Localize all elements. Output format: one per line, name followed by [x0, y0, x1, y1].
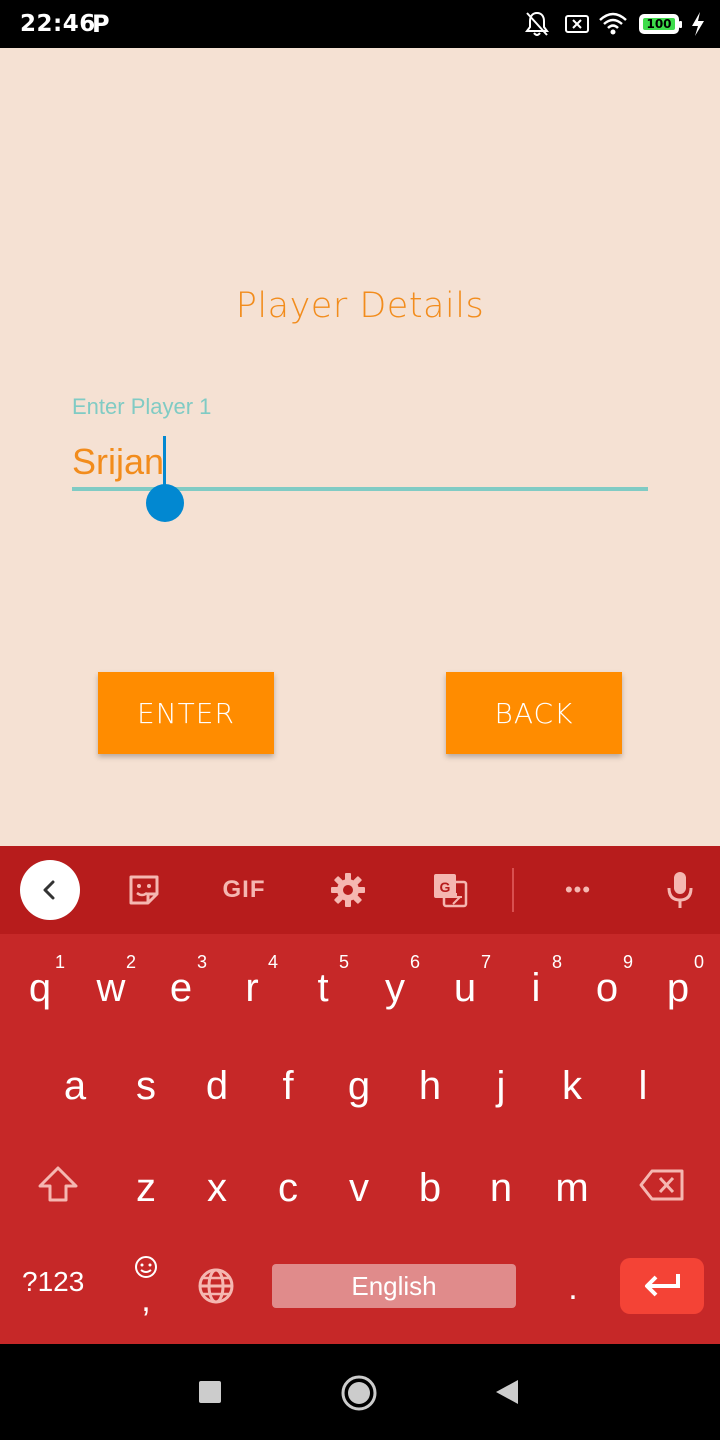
svg-text:G: G — [440, 879, 451, 895]
key-k[interactable]: k — [542, 1062, 602, 1110]
key-z[interactable]: z — [116, 1164, 176, 1212]
shift-icon[interactable] — [28, 1164, 88, 1215]
key-e-hint: 3 — [197, 952, 208, 972]
key-u-hint: 7 — [481, 952, 492, 972]
comma-key[interactable]: , — [116, 1276, 176, 1324]
keyboard-toolbar: GIF G ••• — [0, 846, 720, 934]
key-g[interactable]: g — [329, 1062, 389, 1110]
p-notification-icon: P — [92, 10, 110, 38]
cursor-handle[interactable] — [146, 484, 184, 522]
space-bar[interactable]: English — [272, 1264, 516, 1308]
player-details-screen: Player Details Enter Player 1 ENTER BACK — [0, 48, 720, 846]
key-f[interactable]: f — [258, 1062, 318, 1110]
status-bar: 22:46 P 100 — [0, 0, 720, 48]
backspace-icon[interactable] — [632, 1166, 692, 1214]
key-h[interactable]: h — [400, 1062, 460, 1110]
key-t-hint: 5 — [339, 952, 350, 972]
key-x[interactable]: x — [187, 1164, 247, 1212]
more-icon[interactable]: ••• — [556, 866, 600, 914]
key-s[interactable]: s — [116, 1062, 176, 1110]
gif-icon[interactable]: GIF — [214, 866, 274, 914]
soft-keyboard: GIF G ••• q 1 w 2 e 3 r 4 t 5 y 6 u 7 i … — [0, 846, 720, 1344]
symbols-key[interactable]: ?123 — [22, 1266, 84, 1298]
key-l[interactable]: l — [613, 1062, 673, 1110]
back-arrow-icon[interactable] — [20, 860, 80, 920]
enter-button[interactable]: ENTER — [98, 672, 274, 754]
page-title: Player Details — [235, 286, 485, 326]
key-i-hint: 8 — [552, 952, 563, 972]
battery-level: 100 — [646, 17, 672, 31]
wifi-icon — [598, 10, 628, 38]
return-icon — [645, 1274, 680, 1297]
player1-label: Enter Player 1 — [72, 394, 212, 419]
translate-icon[interactable]: G — [428, 866, 472, 914]
globe-icon[interactable] — [186, 1266, 246, 1317]
key-j[interactable]: j — [471, 1062, 531, 1110]
key-o-hint: 9 — [623, 952, 634, 972]
sim-x-icon — [564, 10, 590, 38]
home-icon[interactable] — [340, 1374, 378, 1417]
back-button[interactable]: BACK — [446, 672, 622, 754]
sticker-icon[interactable] — [122, 866, 166, 914]
text-cursor — [163, 436, 166, 488]
battery-icon: 100 — [639, 14, 682, 34]
status-time: 22:46 — [20, 11, 96, 37]
key-n[interactable]: n — [471, 1164, 531, 1212]
navigation-bar — [0, 1344, 720, 1440]
back-icon[interactable] — [494, 1378, 520, 1411]
key-v[interactable]: v — [329, 1164, 389, 1212]
player1-name-field[interactable] — [72, 436, 648, 488]
key-r-hint: 4 — [268, 952, 279, 972]
key-p-hint: 0 — [694, 952, 705, 972]
key-q-hint: 1 — [55, 952, 66, 972]
key-d[interactable]: d — [187, 1062, 247, 1110]
mic-icon[interactable] — [658, 866, 702, 914]
key-m[interactable]: m — [542, 1164, 602, 1212]
key-w-hint: 2 — [126, 952, 137, 972]
charging-icon — [690, 10, 706, 38]
key-a[interactable]: a — [45, 1062, 105, 1110]
recents-icon[interactable] — [198, 1380, 222, 1409]
toolbar-divider — [512, 868, 514, 912]
enter-key[interactable] — [620, 1258, 704, 1314]
notifications-off-icon — [524, 10, 550, 38]
period-key[interactable]: . — [543, 1264, 603, 1312]
key-b[interactable]: b — [400, 1164, 460, 1212]
key-y-hint: 6 — [410, 952, 421, 972]
settings-icon[interactable] — [326, 866, 370, 914]
key-c[interactable]: c — [258, 1164, 318, 1212]
